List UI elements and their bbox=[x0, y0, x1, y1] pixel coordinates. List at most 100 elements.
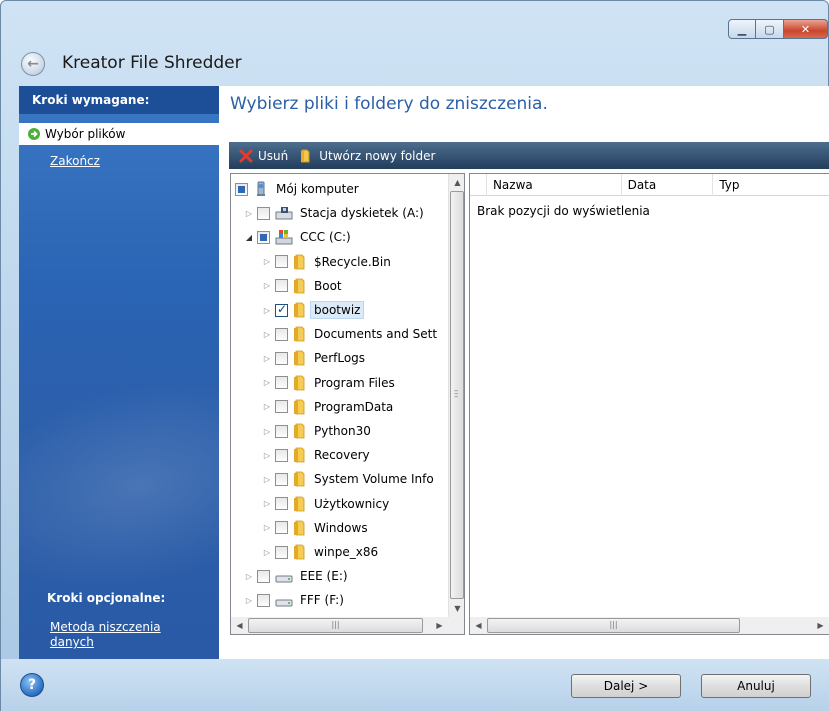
tree-item-checkbox[interactable] bbox=[257, 569, 270, 583]
collapsed-arrow-icon[interactable]: ▷ bbox=[244, 572, 254, 581]
new-folder-button[interactable]: Utwórz nowy folder bbox=[300, 148, 435, 164]
scroll-right-arrow-icon[interactable]: ▶ bbox=[812, 617, 829, 634]
tree-item-label: Python30 bbox=[314, 424, 371, 438]
collapsed-arrow-icon[interactable]: ▷ bbox=[262, 354, 272, 363]
collapsed-arrow-icon[interactable]: ▷ bbox=[262, 451, 272, 460]
tree-horizontal-scroll-thumb[interactable]: ||| bbox=[248, 618, 423, 633]
maximize-button[interactable]: ▢ bbox=[756, 19, 784, 39]
tree-item-checkbox[interactable] bbox=[275, 424, 288, 438]
tree-item[interactable]: ▷ Użytkownicy bbox=[262, 492, 389, 516]
tree-item-checkbox[interactable] bbox=[275, 448, 288, 462]
tree-item-checkbox[interactable] bbox=[275, 472, 288, 486]
help-icon[interactable]: ? bbox=[20, 673, 44, 697]
tree-item[interactable]: Mój komputer bbox=[235, 177, 359, 201]
column-name[interactable]: Nazwa bbox=[487, 174, 622, 196]
window-title: Kreator File Shredder bbox=[62, 53, 242, 73]
back-button[interactable]: ← bbox=[21, 52, 45, 76]
tree-item[interactable]: ▷ Recovery bbox=[262, 443, 370, 467]
delete-x-icon bbox=[239, 149, 253, 162]
folder-icon bbox=[293, 302, 307, 318]
folder-icon bbox=[293, 375, 307, 391]
tree-item-checkbox[interactable] bbox=[257, 206, 270, 220]
tree-item-checkbox[interactable] bbox=[275, 521, 288, 535]
delete-button[interactable]: Usuń bbox=[239, 149, 288, 163]
folder-icon bbox=[293, 471, 307, 487]
tree-item-checkbox[interactable] bbox=[257, 593, 270, 607]
close-button[interactable]: ✕ bbox=[784, 19, 828, 39]
collapsed-arrow-icon[interactable]: ▷ bbox=[262, 257, 272, 266]
collapsed-arrow-icon[interactable]: ▷ bbox=[262, 548, 272, 557]
tree-vertical-scrollbar[interactable]: ▲ – – – ▼ bbox=[448, 174, 464, 617]
collapsed-arrow-icon[interactable]: ▷ bbox=[262, 499, 272, 508]
tree-item[interactable]: ▷ winpe_x86 bbox=[262, 540, 378, 564]
tree-item-checkbox[interactable] bbox=[275, 400, 288, 414]
collapsed-arrow-icon[interactable]: ▷ bbox=[244, 209, 254, 218]
windows-drive-icon bbox=[275, 229, 293, 245]
scroll-right-arrow-icon[interactable]: ▶ bbox=[431, 617, 448, 634]
tree-item[interactable]: ▷ System Volume Info bbox=[262, 467, 434, 491]
tree-item[interactable]: ▷ Python30 bbox=[262, 419, 371, 443]
tree-vertical-scroll-thumb[interactable]: – – – bbox=[450, 191, 464, 599]
tree-item-checkbox[interactable] bbox=[257, 230, 270, 244]
step-file-selection[interactable]: Wybór plików bbox=[19, 123, 219, 145]
collapsed-arrow-icon[interactable]: ▷ bbox=[244, 596, 254, 605]
tree-item-checkbox[interactable] bbox=[275, 327, 288, 341]
tree-item[interactable]: ▷ Documents and Sett bbox=[262, 322, 437, 346]
collapsed-arrow-icon[interactable]: ▷ bbox=[262, 306, 272, 315]
tree-item[interactable]: ▷ Program Files bbox=[262, 371, 395, 395]
folder-icon bbox=[293, 254, 307, 270]
tree-item-checkbox[interactable] bbox=[275, 497, 288, 511]
collapsed-arrow-icon[interactable]: ▷ bbox=[262, 427, 272, 436]
tree-item[interactable]: ▷ EEE (E:) bbox=[244, 564, 348, 588]
tree-item[interactable]: ▷ Windows bbox=[262, 516, 368, 540]
tree-item[interactable]: ▷ bootwiz bbox=[262, 298, 365, 322]
minimize-button[interactable]: ▁ bbox=[728, 19, 756, 39]
tree-item[interactable]: ▷ ProgramData bbox=[262, 395, 393, 419]
folder-icon bbox=[293, 520, 307, 536]
tree-item[interactable]: ▷ PerfLogs bbox=[262, 346, 365, 370]
new-folder-label: Utwórz nowy folder bbox=[319, 148, 436, 163]
tree-item-checkbox[interactable] bbox=[275, 351, 288, 365]
tree-item-checkbox[interactable] bbox=[275, 302, 288, 317]
collapsed-arrow-icon[interactable]: ▷ bbox=[262, 523, 272, 532]
new-folder-icon bbox=[301, 149, 310, 162]
tree-item[interactable]: ▷ FFF (F:) bbox=[244, 588, 344, 612]
minimize-icon: ▁ bbox=[737, 22, 747, 36]
tree-item-label: Użytkownicy bbox=[314, 496, 390, 511]
next-button[interactable]: Dalej > bbox=[571, 674, 681, 698]
collapsed-arrow-icon[interactable]: ▷ bbox=[262, 475, 272, 484]
cancel-button[interactable]: Anuluj bbox=[701, 674, 811, 698]
step-shredding-method[interactable]: Metoda niszczenia danych bbox=[50, 620, 200, 650]
collapsed-arrow-icon[interactable]: ▷ bbox=[262, 402, 272, 411]
column-date[interactable]: Data bbox=[622, 174, 714, 196]
tree-item-label: PerfLogs bbox=[314, 351, 366, 366]
folder-icon bbox=[293, 350, 307, 366]
file-list[interactable]: Nazwa Data Typ Brak pozycji do wyświetle… bbox=[469, 173, 829, 635]
tree-item[interactable]: ▷ Stacja dyskietek (A:) bbox=[244, 201, 424, 225]
tree-item-checkbox[interactable] bbox=[275, 545, 288, 559]
tree-item-checkbox[interactable] bbox=[235, 182, 248, 196]
collapsed-arrow-icon[interactable]: ▷ bbox=[262, 378, 272, 387]
tree-item-checkbox[interactable] bbox=[275, 376, 288, 390]
tree-item-label: Stacja dyskietek (A:) bbox=[300, 206, 424, 221]
step-finish[interactable]: Zakończ bbox=[50, 154, 100, 168]
list-horizontal-scrollbar[interactable]: ◀ ||| ▶ bbox=[470, 617, 829, 634]
tree-item[interactable]: ◢ CCC (C:) bbox=[244, 225, 351, 249]
collapsed-arrow-icon[interactable]: ▷ bbox=[262, 281, 272, 290]
tree-item[interactable]: ▷ $Recycle.Bin bbox=[262, 250, 391, 274]
scroll-left-arrow-icon[interactable]: ◀ bbox=[470, 617, 487, 634]
wizard-window: ▁ ▢ ✕ ← Kreator File Shredder Kroki wyma… bbox=[0, 0, 829, 711]
scroll-left-arrow-icon[interactable]: ◀ bbox=[231, 617, 248, 634]
expanded-arrow-icon[interactable]: ◢ bbox=[244, 233, 254, 242]
close-icon: ✕ bbox=[800, 22, 811, 36]
scroll-down-arrow-icon[interactable]: ▼ bbox=[449, 600, 464, 617]
tree-item[interactable]: ▷ Boot bbox=[262, 274, 342, 298]
tree-item-checkbox[interactable] bbox=[275, 255, 288, 269]
tree-item-checkbox[interactable] bbox=[275, 279, 288, 293]
tree-horizontal-scrollbar[interactable]: ◀ ||| ▶ bbox=[231, 617, 448, 634]
folder-tree[interactable]: Mój komputer ▷ Stacja dyskietek (A:) ◢ CCC (… bbox=[230, 173, 465, 635]
column-type[interactable]: Typ bbox=[713, 174, 829, 196]
scroll-up-arrow-icon[interactable]: ▲ bbox=[449, 174, 464, 191]
collapsed-arrow-icon[interactable]: ▷ bbox=[262, 330, 272, 339]
list-horizontal-scroll-thumb[interactable]: ||| bbox=[487, 618, 740, 633]
